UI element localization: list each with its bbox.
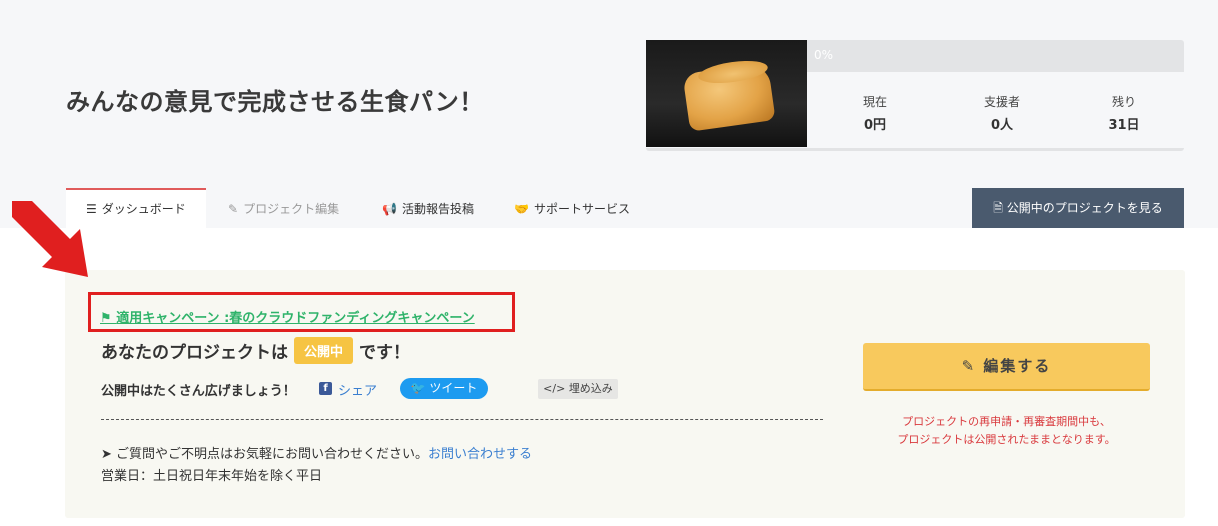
share-row: 公開中はたくさん広げましょう！ f シェア 🐦 ツイート </> 埋め込み (101, 378, 618, 399)
pencil-icon: ✎ (228, 202, 239, 216)
arrow-shape (12, 201, 88, 277)
progress-percent: 0% (814, 48, 834, 62)
stat-backers: 支援者 0人 (942, 93, 1062, 133)
stat-remaining-value: 31日 (1108, 118, 1140, 133)
document-icon: 🗎 (993, 201, 1007, 215)
project-stats-card: 0% 現在 0円 支援者 0人 残り 31日 (646, 40, 1184, 151)
project-thumbnail (646, 40, 807, 147)
resubmission-notice: プロジェクトの再申請・再審査期間中も、 プロジェクトは公開されたままとなります。 (897, 415, 1116, 446)
project-status-line: あなたのプロジェクトは 公開中 です！ (101, 337, 410, 364)
code-icon: </> (543, 382, 569, 395)
stat-remaining: 残り 31日 (1064, 93, 1184, 133)
stat-backers-value: 0人 (990, 118, 1014, 133)
stat-current: 現在 0円 (815, 93, 935, 133)
status-badge: 公開中 (294, 337, 354, 364)
embed-button[interactable]: </> 埋め込み (538, 379, 618, 399)
stat-current-label: 現在 (862, 95, 887, 109)
paper-plane-icon: ➤ (101, 447, 117, 462)
divider (101, 419, 823, 420)
handshake-icon: 🤝 (514, 202, 529, 216)
contact-link[interactable]: お問い合わせする (428, 447, 532, 462)
tweet-button[interactable]: 🐦 ツイート (400, 378, 488, 399)
edit-button[interactable]: ✎ 編集する (863, 343, 1150, 391)
stat-remaining-label: 残り (1111, 95, 1136, 109)
red-arrow-annotation (12, 201, 88, 277)
stat-current-value: 0円 (863, 118, 887, 133)
twitter-icon: 🐦 (410, 381, 426, 395)
contact-line: ➤ ご質問やご不明点はお気軽にお問い合わせください。お問い合わせする (101, 447, 533, 462)
pencil-icon: ✎ (961, 357, 984, 375)
campaign-link[interactable]: ⚑ 適用キャンペーン :春のクラウドファンディングキャンペーン (100, 307, 475, 326)
tab-activity-report[interactable]: 📢 活動報告投稿 (382, 188, 474, 228)
megaphone-icon: 📢 (382, 202, 397, 216)
business-hours: 営業日：土日祝日年末年始を除く平日 (101, 469, 323, 484)
view-public-project-button[interactable]: 🗎 公開中のプロジェクトを見る (972, 188, 1184, 228)
project-title: みんなの意見で完成させる生食パン！ (66, 88, 484, 116)
flag-icon: ⚑ (100, 311, 117, 326)
facebook-icon: f (319, 382, 332, 395)
facebook-share-link[interactable]: シェア (338, 380, 377, 399)
stat-backers-label: 支援者 (983, 95, 1020, 109)
tab-support-service[interactable]: 🤝 サポートサービス (514, 188, 630, 228)
tab-project-edit[interactable]: ✎ プロジェクト編集 (228, 188, 339, 228)
progress-bar: 0% (807, 40, 1184, 72)
share-label: 公開中はたくさん広げましょう！ (101, 384, 296, 399)
